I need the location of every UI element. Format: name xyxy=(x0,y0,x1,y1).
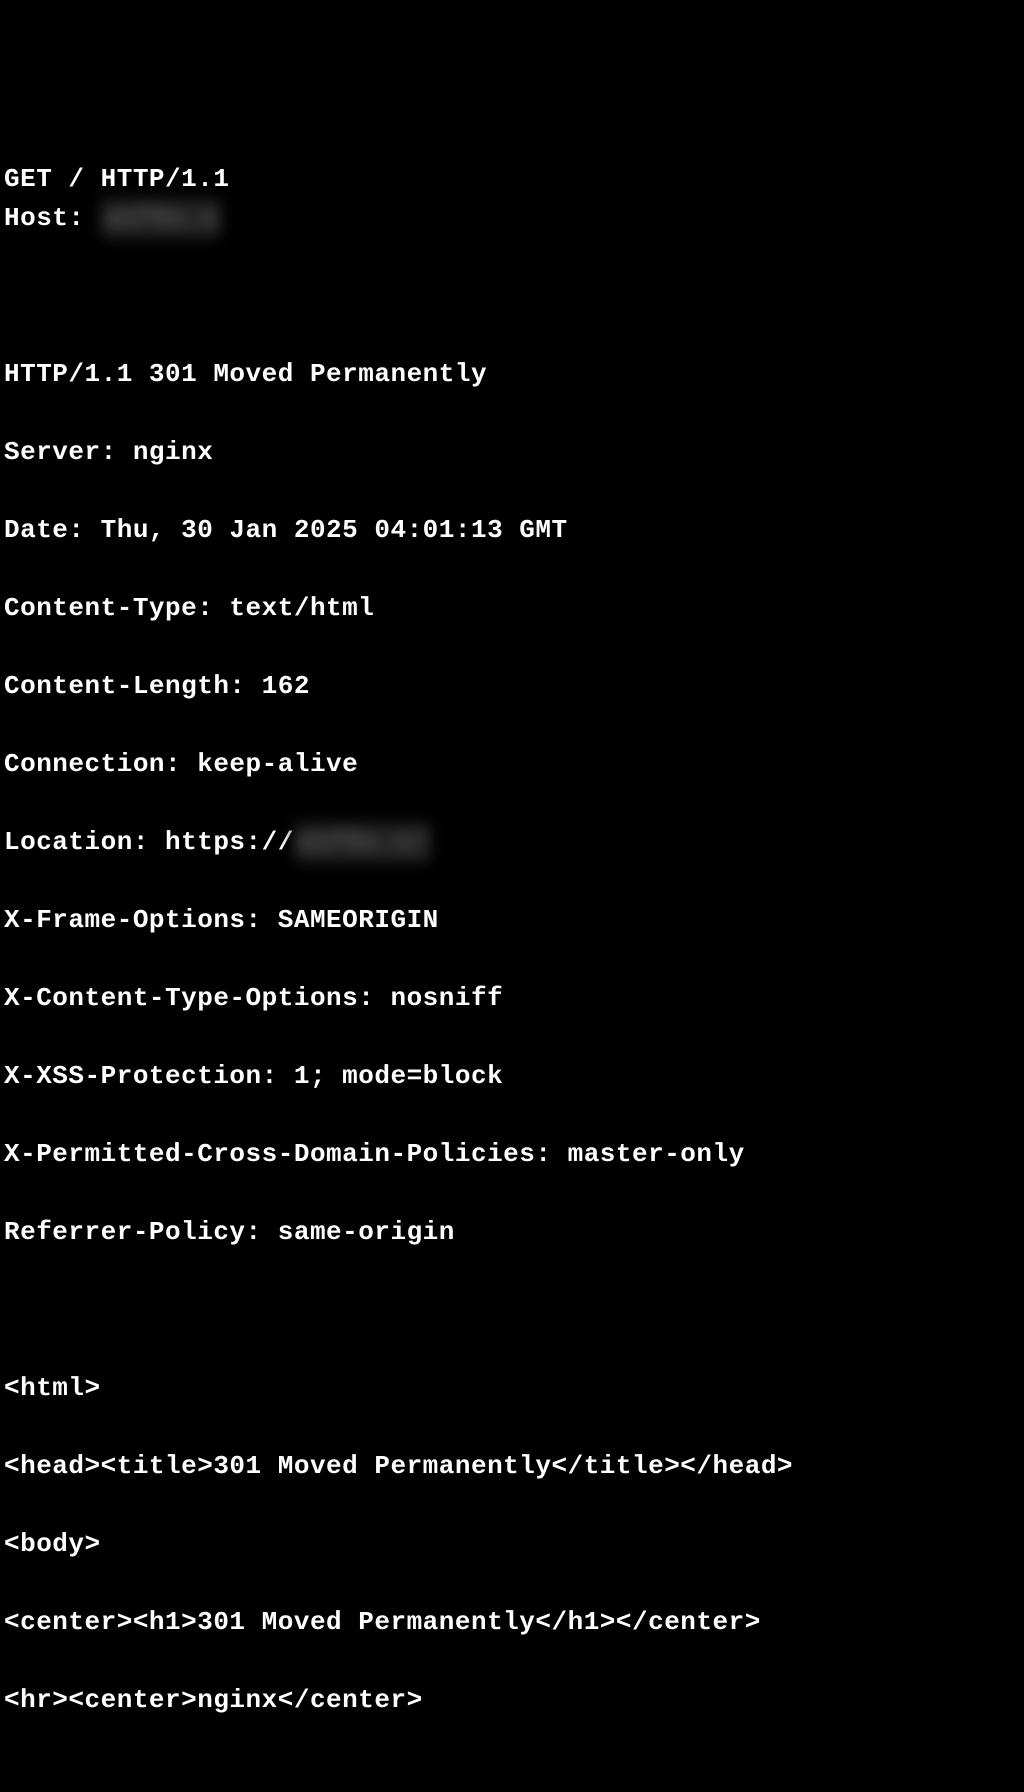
header-date: Date: Thu, 30 Jan 2025 04:01:13 GMT xyxy=(4,511,1020,550)
blank-line xyxy=(4,277,1020,316)
blank-line xyxy=(4,1291,1020,1330)
http-status-line: HTTP/1.1 301 Moved Permanently xyxy=(4,355,1020,394)
response-body-html-open: <html> xyxy=(4,1369,1020,1408)
redacted-location: a1f9s.x/ xyxy=(294,823,431,862)
response-body-h1: <center><h1>301 Moved Permanently</h1></… xyxy=(4,1603,1020,1642)
header-referrer-policy: Referrer-Policy: same-origin xyxy=(4,1213,1020,1252)
response-body-head: <head><title>301 Moved Permanently</titl… xyxy=(4,1447,1020,1486)
http-host-line: Host: a1f9s.x xyxy=(4,199,1020,238)
response-body-hr: <hr><center>nginx</center> xyxy=(4,1681,1020,1720)
header-server: Server: nginx xyxy=(4,433,1020,472)
response-body-body-open: <body> xyxy=(4,1525,1020,1564)
host-label: Host: xyxy=(4,203,101,233)
header-x-xss-protection: X-XSS-Protection: 1; mode=block xyxy=(4,1057,1020,1096)
redacted-host: a1f9s.x xyxy=(101,199,222,238)
location-label: Location: https:// xyxy=(4,827,294,857)
header-content-length: Content-Length: 162 xyxy=(4,667,1020,706)
header-connection: Connection: keep-alive xyxy=(4,745,1020,784)
header-x-frame-options: X-Frame-Options: SAMEORIGIN xyxy=(4,901,1020,940)
header-x-permitted-cross-domain-policies: X-Permitted-Cross-Domain-Policies: maste… xyxy=(4,1135,1020,1174)
header-location: Location: https://a1f9s.x/ xyxy=(4,823,1020,862)
header-x-content-type-options: X-Content-Type-Options: nosniff xyxy=(4,979,1020,1018)
http-request-line: GET / HTTP/1.1 xyxy=(4,160,1020,199)
header-content-type: Content-Type: text/html xyxy=(4,589,1020,628)
